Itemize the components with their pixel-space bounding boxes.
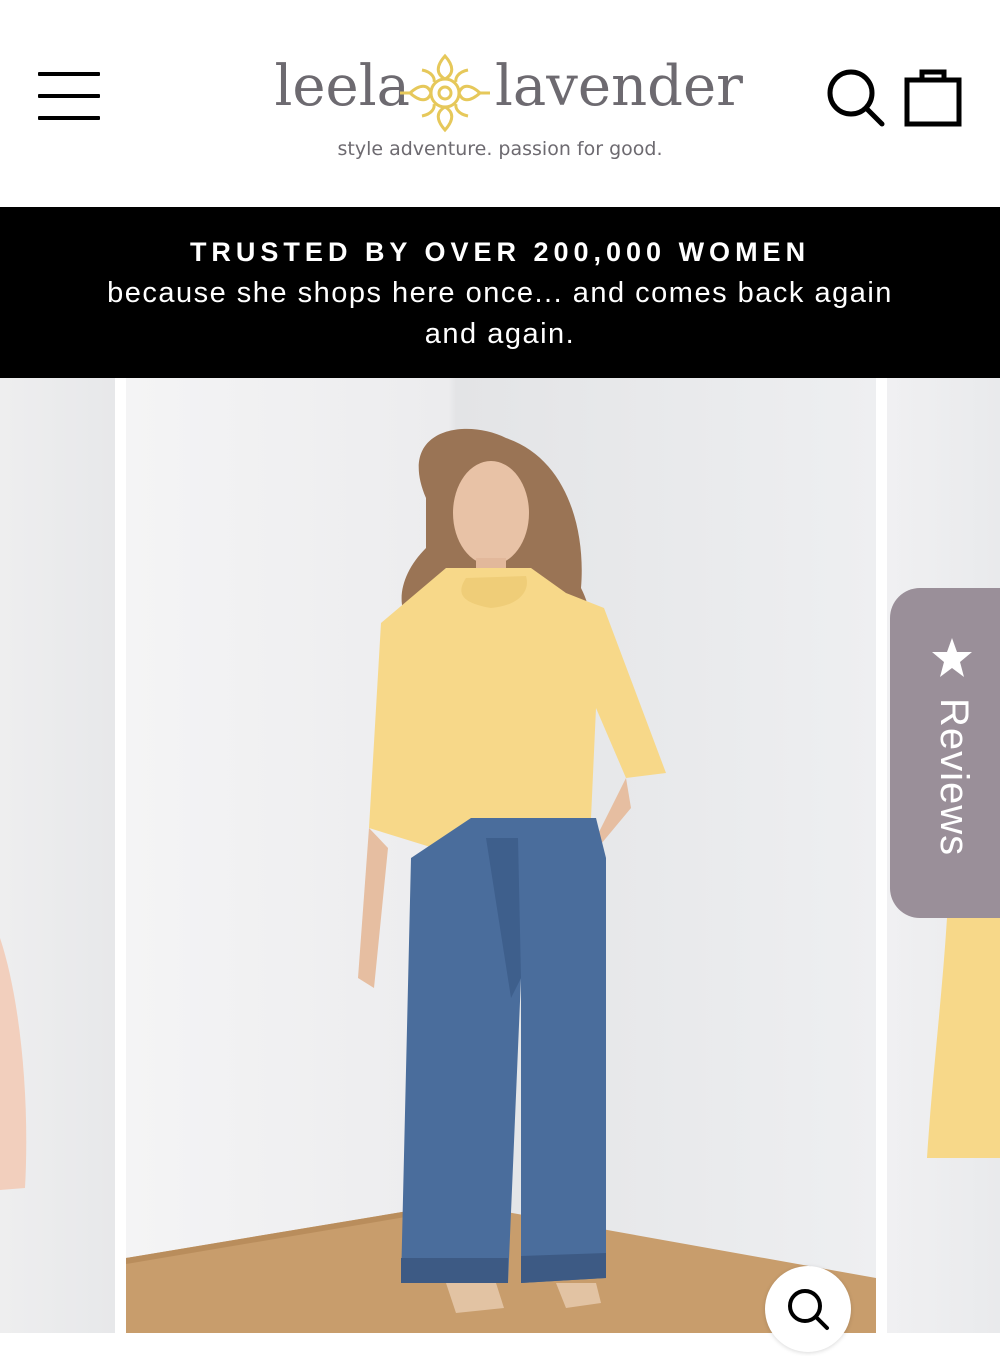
main-product-image[interactable] (126, 378, 876, 1333)
announcement-subtitle: because she shops here once... and comes… (107, 277, 893, 350)
model-product-photo (126, 428, 876, 1333)
menu-line (38, 72, 100, 76)
previous-slide-image[interactable] (0, 378, 115, 1333)
reviews-tab-button[interactable]: Reviews (890, 588, 1000, 918)
logo-word-left: leela (274, 54, 411, 119)
previous-product-photo (0, 938, 27, 1190)
hamburger-menu-button[interactable] (38, 72, 102, 122)
search-button[interactable] (824, 66, 886, 128)
shopping-bag-icon (904, 69, 962, 127)
announcement-title: TRUSTED BY OVER 200,000 WOMEN (189, 237, 811, 267)
brand-logo[interactable]: leela lavender style adventure. passion … (250, 36, 750, 176)
star-icon (932, 638, 972, 677)
logo-emblem-icon (400, 53, 490, 133)
logo-word-right: lavender (495, 54, 743, 119)
announcement-bar: TRUSTED BY OVER 200,000 WOMEN because sh… (0, 207, 1000, 378)
brand-tagline: style adventure. passion for good. (337, 138, 663, 160)
cart-button[interactable] (903, 64, 963, 128)
menu-line (38, 116, 100, 120)
product-image-carousel[interactable] (0, 378, 1000, 1333)
menu-line (38, 94, 100, 98)
reviews-tab-label: Reviews (932, 698, 976, 857)
search-icon (827, 69, 885, 127)
site-header: leela lavender style adventure. passion … (0, 0, 1000, 207)
zoom-search-icon (788, 1289, 829, 1330)
zoom-image-button[interactable] (765, 1266, 851, 1352)
